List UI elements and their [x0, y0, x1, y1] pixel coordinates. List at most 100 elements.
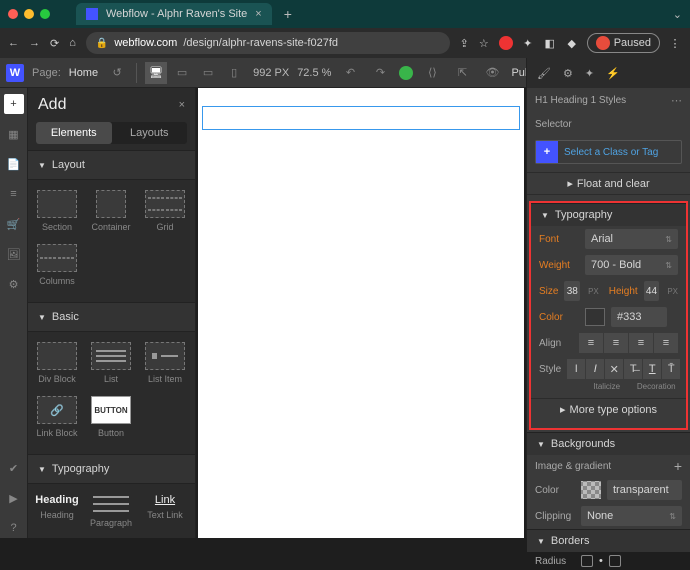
forward-button[interactable]: → — [29, 37, 40, 49]
settings-rail-icon[interactable]: ⚙ — [4, 274, 24, 294]
chrome-menu-icon[interactable]: ⋮ — [668, 36, 682, 50]
strike-icon[interactable]: T̶ — [624, 359, 642, 379]
breakpoint-desktop-icon[interactable]: 🖥 — [145, 62, 167, 84]
float-clear-toggle[interactable]: ▸Float and clear — [527, 172, 690, 195]
breakpoint-mobile-icon[interactable]: ▯ — [223, 62, 245, 84]
code-icon[interactable]: ⟨⟩ — [421, 62, 443, 84]
tab-elements[interactable]: Elements — [36, 122, 112, 144]
align-right-icon[interactable]: ≡ — [629, 333, 653, 353]
section-layout-header[interactable]: ▼Layout — [28, 150, 195, 180]
tab-interactions-icon[interactable]: ✦ — [585, 67, 594, 80]
el-linkblock[interactable]: 🔗Link Block — [32, 392, 82, 442]
browser-tab[interactable]: Webflow - Alphr Raven's Site × — [76, 3, 272, 25]
el-list[interactable]: List — [86, 338, 136, 388]
radius-controls[interactable]: • — [581, 555, 621, 567]
pages-icon[interactable]: 📄 — [4, 154, 24, 174]
reload-button[interactable]: ⟳ — [50, 37, 59, 50]
breakpoint-tablet-icon[interactable]: ▭ — [171, 62, 193, 84]
share-icon[interactable]: ⇪ — [460, 37, 469, 50]
tab-layouts[interactable]: Layouts — [112, 122, 188, 144]
add-tab-icon[interactable]: + — [4, 94, 24, 114]
profile-paused-pill[interactable]: Paused — [587, 33, 660, 53]
assets-icon[interactable]: 🖼 — [4, 244, 24, 264]
align-center-icon[interactable]: ≡ — [604, 333, 628, 353]
el-section[interactable]: Section — [32, 186, 82, 236]
tab-settings-icon[interactable]: ⚙ — [563, 67, 573, 80]
el-divblock[interactable]: Div Block — [32, 338, 82, 388]
font-select[interactable]: Arial⇅ — [585, 229, 678, 249]
back-button[interactable]: ← — [8, 37, 19, 49]
extension-icon-2[interactable]: ◆ — [565, 36, 579, 50]
address-bar[interactable]: 🔒 webflow.com/design/alphr-ravens-site-f… — [86, 32, 450, 54]
star-icon[interactable]: ☆ — [479, 37, 489, 50]
redo-icon[interactable]: ↷ — [369, 62, 391, 84]
ecommerce-icon[interactable]: 🛒 — [4, 214, 24, 234]
align-justify-icon[interactable]: ≡ — [654, 333, 678, 353]
tab-style-icon[interactable]: 🖌 — [537, 67, 551, 80]
mac-minimize[interactable] — [24, 9, 34, 19]
breakpoint-mobile-land-icon[interactable]: ▭ — [197, 62, 219, 84]
align-left-icon[interactable]: ≡ — [579, 333, 603, 353]
canvas-zoom[interactable]: 72.5 % — [297, 67, 331, 79]
el-textlink[interactable]: LinkText Link — [140, 490, 190, 532]
el-grid[interactable]: Grid — [140, 186, 190, 236]
close-icon[interactable]: × — [179, 99, 185, 111]
typography-accordion[interactable]: ▼Typography — [531, 203, 686, 226]
extension-adblock-icon[interactable] — [499, 36, 513, 50]
more-icon[interactable]: ⋯ — [671, 94, 682, 107]
selected-heading-element[interactable] — [202, 106, 520, 130]
size-input[interactable]: 38 — [564, 281, 580, 301]
el-button[interactable]: BUTTONButton — [86, 392, 136, 442]
help-icon[interactable]: ? — [4, 518, 24, 538]
revisions-icon[interactable]: ↺ — [106, 62, 128, 84]
undo-icon[interactable]: ↶ — [339, 62, 361, 84]
none-deco-icon[interactable]: ✕ — [605, 359, 623, 379]
el-heading[interactable]: HeadingHeading — [32, 490, 82, 532]
backgrounds-accordion[interactable]: ▼Backgrounds — [527, 432, 690, 455]
underline-icon[interactable]: T — [643, 359, 661, 379]
radius-all-icon[interactable] — [581, 555, 593, 567]
export-icon[interactable]: ⇱ — [451, 62, 473, 84]
video-icon[interactable]: ▶ — [4, 488, 24, 508]
weight-select[interactable]: 700 - Bold⇅ — [585, 255, 678, 275]
page-name[interactable]: Home — [69, 67, 98, 79]
lineheight-input[interactable]: 44 — [644, 281, 660, 301]
audit-icon[interactable]: ✔ — [4, 458, 24, 478]
new-tab-button[interactable]: + — [284, 6, 292, 22]
webflow-logo[interactable]: W — [6, 64, 24, 82]
home-button[interactable]: ⌂ — [69, 37, 76, 49]
canvas-width[interactable]: 992 PX — [253, 67, 289, 79]
mac-close[interactable] — [8, 9, 18, 19]
section-basic-header[interactable]: ▼Basic — [28, 302, 195, 332]
el-listitem[interactable]: List Item — [140, 338, 190, 388]
bg-swatch[interactable] — [581, 481, 601, 499]
color-input[interactable]: #333 — [611, 307, 667, 327]
radius-individual-icon[interactable] — [609, 555, 621, 567]
regular-icon[interactable]: I — [567, 359, 585, 379]
el-paragraph[interactable]: Paragraph — [86, 490, 136, 532]
extensions-icon[interactable]: ✦ — [521, 36, 535, 50]
navigator-icon[interactable]: ▦ — [4, 124, 24, 144]
status-ok-icon — [399, 66, 413, 80]
clipping-select[interactable]: None⇅ — [581, 506, 682, 526]
color-swatch[interactable] — [585, 308, 605, 326]
overline-icon[interactable]: T̄ — [662, 359, 680, 379]
preview-icon[interactable]: 👁 — [481, 62, 503, 84]
mac-zoom[interactable] — [40, 9, 50, 19]
extension-icon[interactable]: ◧ — [543, 36, 557, 50]
el-columns[interactable]: Columns — [32, 240, 82, 290]
canvas[interactable] — [198, 88, 524, 538]
class-selector-input[interactable]: + Select a Class or Tag — [535, 140, 682, 164]
borders-accordion[interactable]: ▼Borders — [527, 529, 690, 552]
italic-icon[interactable]: I — [586, 359, 604, 379]
more-type-toggle[interactable]: ▸More type options — [531, 398, 686, 420]
bg-color-label: Color — [535, 485, 575, 496]
el-container[interactable]: Container — [86, 186, 136, 236]
tab-effects-icon[interactable]: ⚡ — [606, 67, 620, 80]
bg-color-input[interactable]: transparent — [607, 480, 682, 500]
tab-close-icon[interactable]: × — [255, 8, 261, 20]
section-typography-header[interactable]: ▼Typography — [28, 454, 195, 484]
tabs-dropdown-icon[interactable]: ⌄ — [673, 8, 682, 21]
add-bg-icon[interactable]: + — [674, 458, 682, 474]
cms-icon[interactable]: ≡ — [4, 184, 24, 204]
